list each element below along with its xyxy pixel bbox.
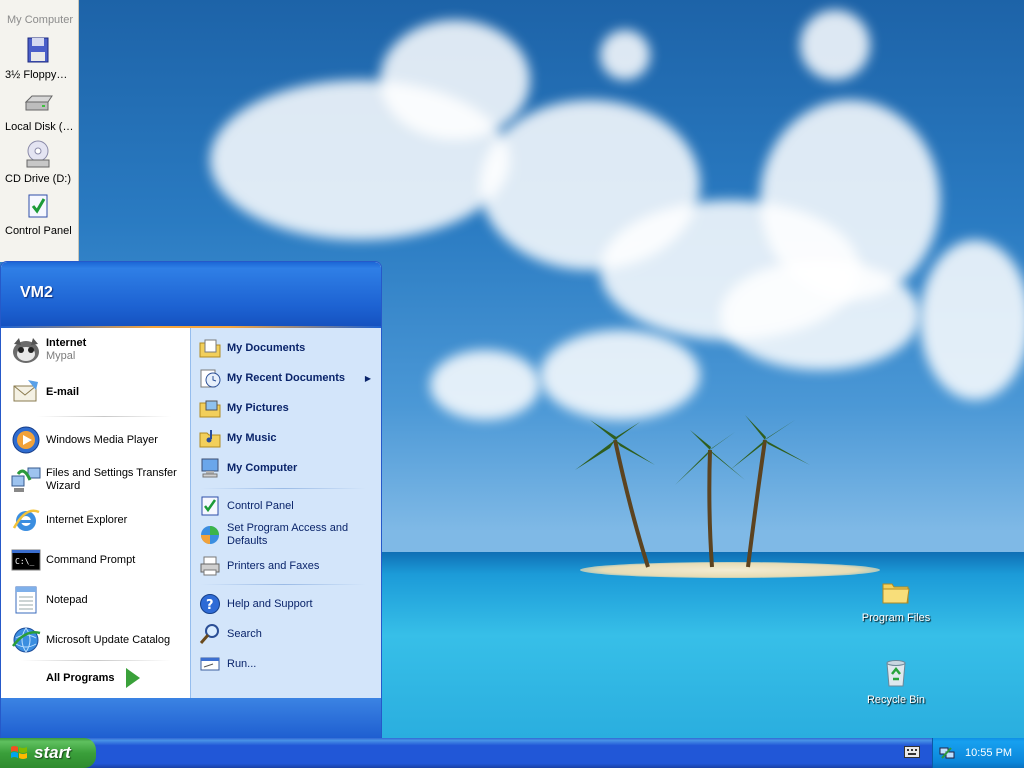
place-my-pictures[interactable]: My Pictures (199, 397, 371, 419)
start-menu-header: VM2 (1, 262, 381, 326)
hard-disk-icon (24, 95, 53, 111)
recent-notepad[interactable]: Notepad (10, 584, 88, 616)
green-arrow-icon (126, 668, 141, 688)
submenu-arrow-icon: ▶ (364, 373, 371, 383)
internet-explorer-icon (12, 509, 40, 531)
recycle-bin-icon (886, 660, 906, 687)
place-help-support[interactable]: ? Help and Support (199, 593, 371, 615)
network-icon[interactable] (939, 745, 955, 761)
my-computer-title: My Computer (7, 14, 74, 26)
pictures-folder-icon (199, 400, 221, 418)
all-programs-button[interactable]: All Programs (46, 668, 141, 688)
place-my-documents[interactable]: My Documents (199, 337, 371, 359)
documents-folder-icon (199, 339, 221, 358)
user-name: VM2 (20, 284, 53, 301)
cd-drive-icon (26, 140, 50, 168)
control-panel-icon (201, 496, 219, 516)
music-folder-icon (199, 430, 221, 448)
update-catalog-icon (12, 627, 41, 653)
recent-microsoft-update-catalog[interactable]: Microsoft Update Catalog (10, 624, 170, 656)
desktop-icon-program-files[interactable]: Program Files (856, 577, 936, 624)
place-my-computer[interactable]: My Computer (199, 457, 371, 479)
local-disk-item[interactable]: Local Disk (… (0, 88, 78, 133)
cd-drive-item[interactable]: CD Drive (D:) (0, 140, 78, 185)
recent-command-prompt[interactable]: C:\_ Command Prompt (10, 544, 135, 576)
printer-icon (200, 556, 220, 576)
run-icon (200, 657, 220, 671)
recent-documents-icon (200, 369, 221, 388)
email-icon (13, 380, 38, 402)
desktop-icon-recycle-bin[interactable]: Recycle Bin (856, 657, 936, 706)
my-computer-window: My Computer 3½ Floppy… Local Disk (… CD … (0, 0, 79, 262)
place-run[interactable]: Run... (199, 653, 371, 675)
search-icon (199, 624, 219, 644)
windows-logo-icon (11, 746, 27, 759)
clock[interactable]: 10:55 PM (965, 747, 1012, 759)
program-access-icon (201, 526, 219, 544)
place-printers-faxes[interactable]: Printers and Faxes (199, 555, 371, 577)
palm-trees (575, 415, 810, 568)
svg-text:?: ? (206, 598, 214, 613)
keyboard-icon[interactable] (904, 746, 920, 758)
place-my-recent-documents[interactable]: My Recent Documents ▶ (199, 367, 371, 389)
start-menu-right-column: My Documents My Recent Documents ▶ My Pi… (190, 328, 381, 698)
svg-text:C:\_: C:\_ (15, 557, 34, 566)
control-panel-item[interactable]: Control Panel (0, 192, 78, 237)
start-button[interactable]: start (0, 738, 96, 768)
place-search[interactable]: Search (199, 623, 371, 645)
folder-icon (882, 583, 910, 604)
place-control-panel[interactable]: Control Panel (199, 495, 371, 517)
start-menu: VM2 Internet Mypal E-mail Windows Media … (0, 261, 382, 740)
mypal-browser-icon (13, 338, 39, 363)
place-my-music[interactable]: My Music (199, 427, 371, 449)
start-menu-left-column: Internet Mypal E-mail Windows Media Playe… (1, 328, 190, 698)
recent-transfer-wizard[interactable]: Files and Settings Transfer Wizard (10, 464, 185, 496)
control-panel-icon (28, 194, 48, 218)
media-player-icon (12, 426, 40, 454)
computer-icon (201, 458, 219, 478)
taskbar: start 10:55 PM (0, 738, 1024, 768)
pinned-internet[interactable]: Internet Mypal (10, 334, 86, 366)
start-menu-footer (1, 698, 381, 739)
system-tray: 10:55 PM (932, 738, 1024, 768)
recent-internet-explorer[interactable]: Internet Explorer (10, 504, 127, 536)
help-icon: ? (200, 594, 220, 614)
transfer-wizard-icon (11, 467, 41, 492)
place-program-access[interactable]: Set Program Access and Defaults (199, 522, 371, 548)
floppy-drive-item[interactable]: 3½ Floppy… (0, 36, 78, 81)
pinned-email[interactable]: E-mail (10, 376, 79, 408)
notepad-icon (15, 586, 37, 614)
recent-windows-media-player[interactable]: Windows Media Player (10, 424, 158, 456)
command-prompt-icon: C:\_ (11, 549, 41, 571)
floppy-drive-icon (27, 37, 49, 63)
